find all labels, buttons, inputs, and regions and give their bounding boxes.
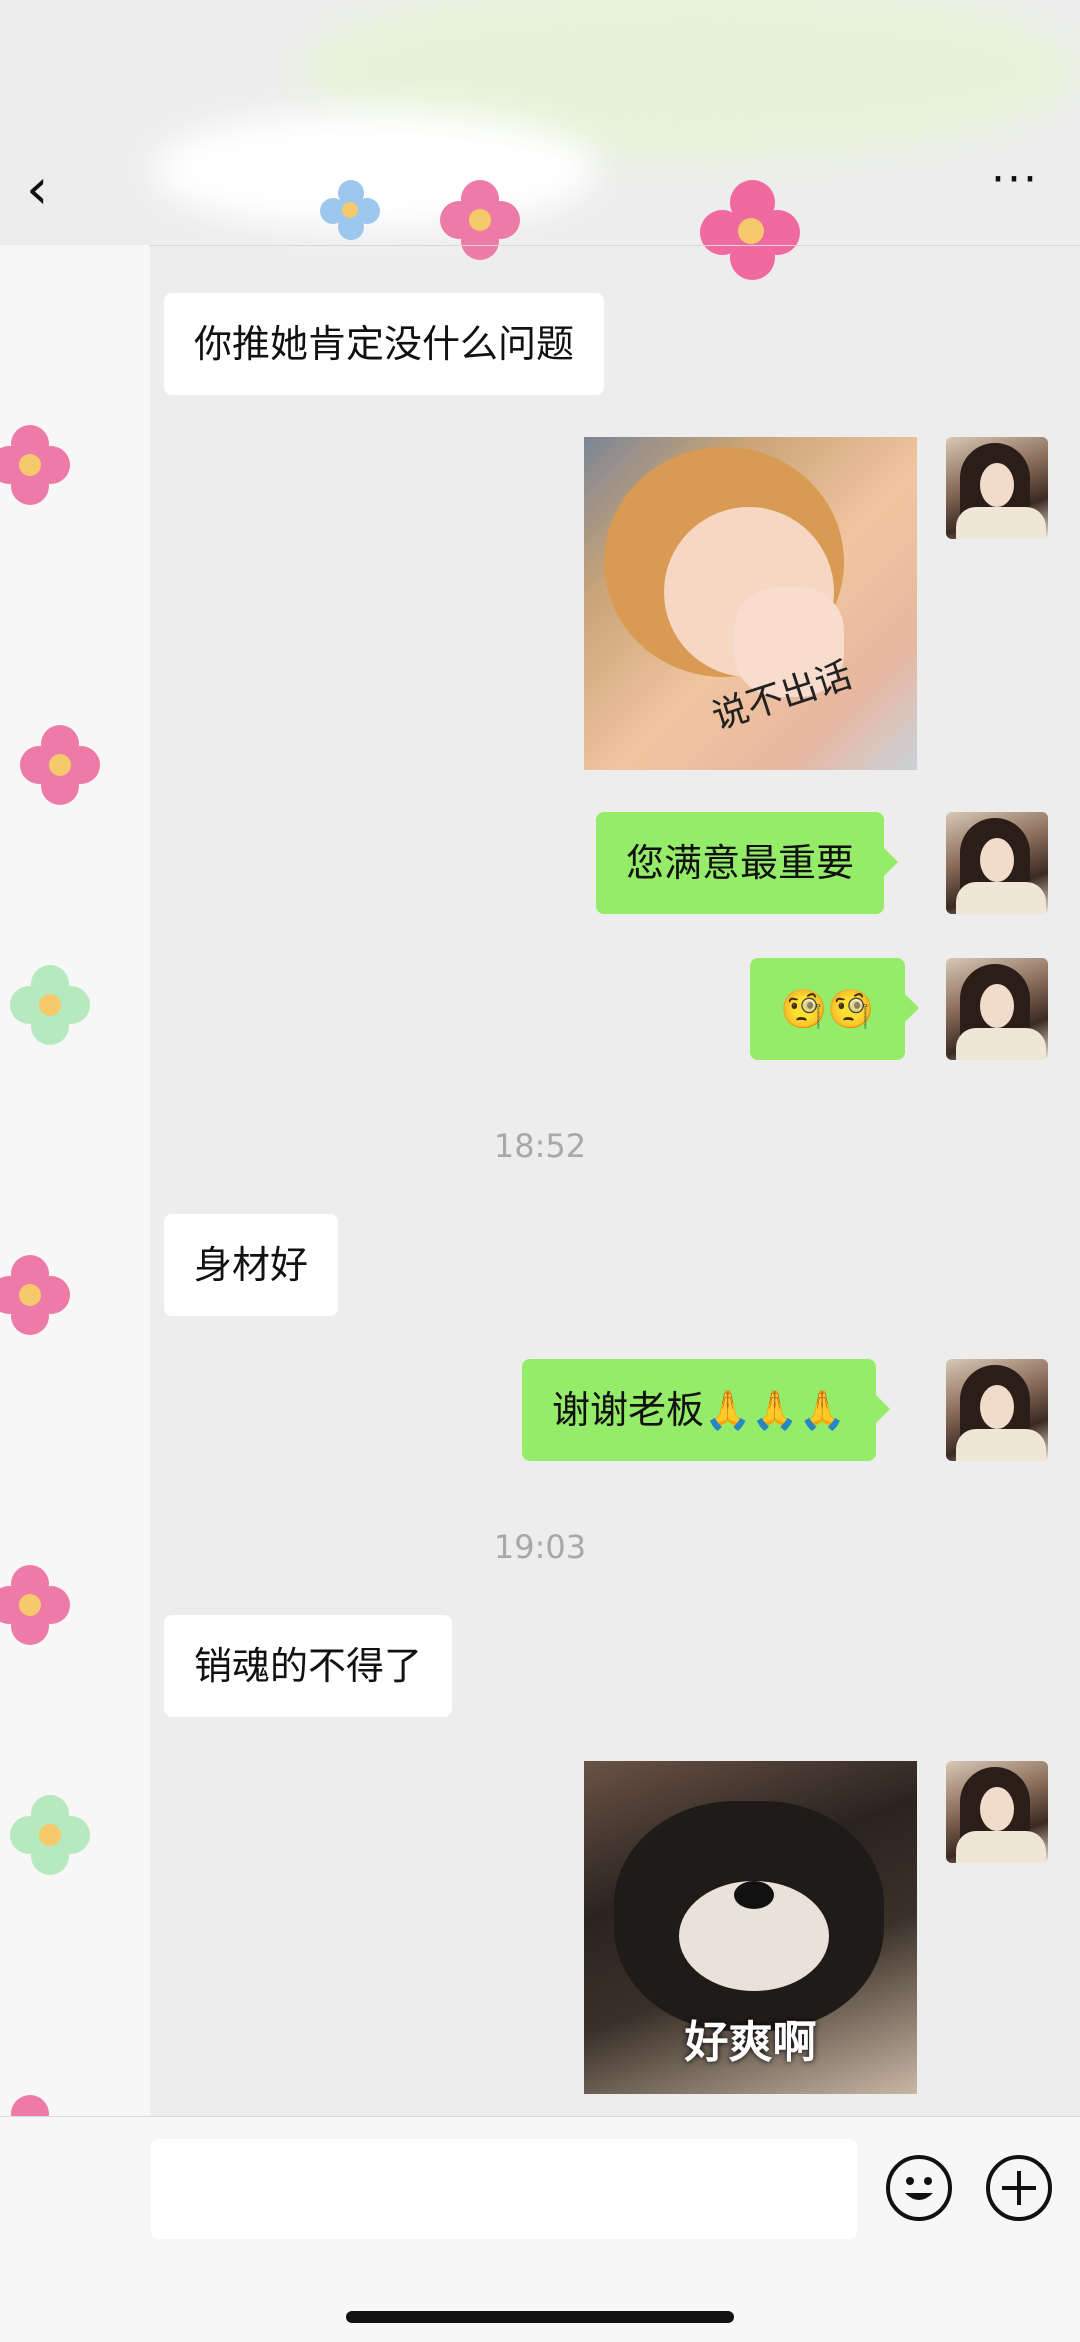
sticker-image[interactable]: 好爽啊 (584, 1761, 917, 2094)
flower-decoration (20, 725, 100, 805)
home-indicator (346, 2311, 734, 2323)
message-bubble-left[interactable]: 销魂的不得了 (164, 1615, 453, 1717)
flower-decoration (0, 1565, 70, 1645)
sticker-dog-nose (734, 1881, 774, 1909)
timestamp: 18:52 (493, 1127, 587, 1165)
avatar[interactable] (946, 812, 1048, 914)
nav-bar: ‹ ··· (0, 140, 1080, 246)
sticker-caption: 好爽啊 (684, 2017, 817, 2068)
message-bubble-right[interactable]: 🧐🧐 (750, 958, 919, 1060)
flower-decoration (0, 425, 70, 505)
message-bubble-left[interactable]: 你推她肯定没什么问题 (164, 293, 605, 395)
message-bubble-right[interactable]: 您满意最重要 (596, 812, 899, 914)
more-icon[interactable]: ··· (980, 158, 1050, 220)
wallpaper-strip (0, 245, 150, 2341)
timestamp: 19:03 (493, 1528, 587, 1566)
message-input[interactable] (150, 2139, 858, 2239)
flower-decoration (10, 965, 90, 1045)
avatar[interactable] (946, 437, 1048, 539)
back-icon[interactable]: ‹ (26, 160, 86, 220)
avatar[interactable] (946, 1359, 1048, 1461)
message-bubble-right[interactable]: 谢谢老板🙏🙏🙏 (522, 1359, 890, 1461)
message-bubble-left[interactable]: 身材好 (164, 1214, 339, 1316)
sticker-image[interactable]: 说不出话 (584, 437, 917, 770)
plus-icon[interactable] (986, 2155, 1052, 2221)
flower-decoration (10, 1795, 90, 1875)
avatar[interactable] (946, 1761, 1048, 1863)
avatar[interactable] (946, 958, 1048, 1060)
flower-decoration (0, 1255, 70, 1335)
smiley-icon[interactable] (886, 2155, 952, 2221)
input-bar (0, 2116, 1080, 2342)
